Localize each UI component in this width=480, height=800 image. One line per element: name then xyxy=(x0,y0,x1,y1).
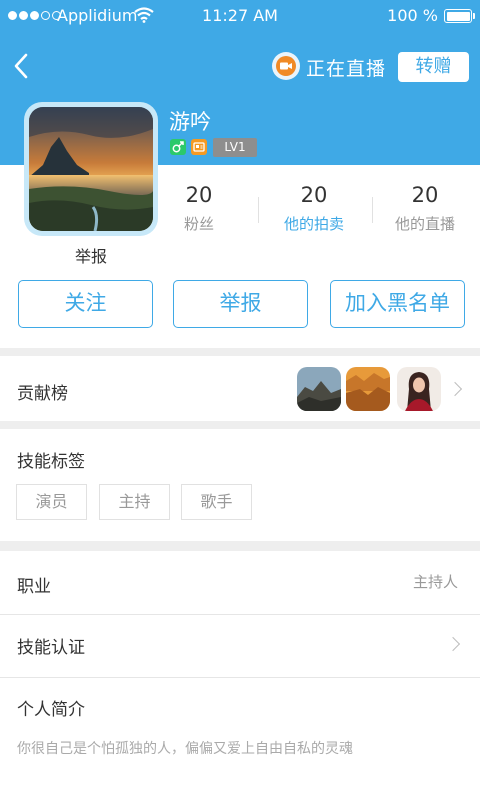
report-link[interactable]: 举报 xyxy=(24,243,158,267)
skill-tag: 主持 xyxy=(99,484,170,520)
stat-label: 粉丝 xyxy=(183,215,214,233)
intro-text: 你很自己是个怕孤独的人，偏偏又爱上自由自私的灵魂 xyxy=(17,741,353,757)
battery-icon xyxy=(444,9,475,23)
skill-tag: 歌手 xyxy=(181,484,252,520)
avatar-frame xyxy=(24,102,158,236)
divider xyxy=(0,677,480,678)
battery-percent: 100 % xyxy=(387,6,438,25)
stat-label: 他的拍卖 xyxy=(283,215,344,233)
stat-value: 20 xyxy=(300,183,328,207)
skills-title: 技能标签 xyxy=(17,452,85,472)
back-arrow-icon[interactable] xyxy=(10,50,34,82)
avatar[interactable] xyxy=(29,107,153,231)
chevron-right-icon[interactable] xyxy=(445,636,461,652)
stat-label: 他的直播 xyxy=(394,215,455,233)
level-badge: LV1 xyxy=(213,138,257,157)
contributor-avatar[interactable] xyxy=(346,367,390,411)
occupation-label: 职业 xyxy=(17,577,51,597)
contributor-avatar[interactable] xyxy=(397,367,441,411)
verified-badge-icon xyxy=(191,139,207,155)
report-button[interactable]: 举报 xyxy=(173,280,308,328)
stat-value: 20 xyxy=(411,183,439,207)
username: 游吟 xyxy=(169,110,211,134)
gift-button[interactable]: 转赠 xyxy=(398,52,469,82)
divider xyxy=(0,614,480,615)
male-gender-icon xyxy=(170,139,186,155)
live-camera-icon[interactable] xyxy=(272,52,300,80)
skill-tag: 演员 xyxy=(16,484,87,520)
contribution-label: 贡献榜 xyxy=(17,384,68,404)
section-gap xyxy=(0,348,480,356)
section-gap xyxy=(0,541,480,551)
status-bar: Applidium 11:27 AM 100 % xyxy=(0,0,480,34)
live-status-label[interactable]: 正在直播 xyxy=(306,54,386,81)
chevron-right-icon[interactable] xyxy=(447,381,463,397)
stat-value: 20 xyxy=(185,183,213,207)
stat-lives[interactable]: 20 他的直播 xyxy=(370,183,480,234)
section-gap xyxy=(0,421,480,429)
certification-label[interactable]: 技能认证 xyxy=(17,633,85,658)
contributor-avatar[interactable] xyxy=(297,367,341,411)
stat-fans[interactable]: 20 粉丝 xyxy=(144,183,254,234)
stat-auctions[interactable]: 20 他的拍卖 xyxy=(259,183,369,234)
intro-label: 个人简介 xyxy=(17,700,85,720)
occupation-value: 主持人 xyxy=(412,573,458,591)
blacklist-button[interactable]: 加入黑名单 xyxy=(330,280,465,328)
follow-button[interactable]: 关注 xyxy=(18,280,153,328)
